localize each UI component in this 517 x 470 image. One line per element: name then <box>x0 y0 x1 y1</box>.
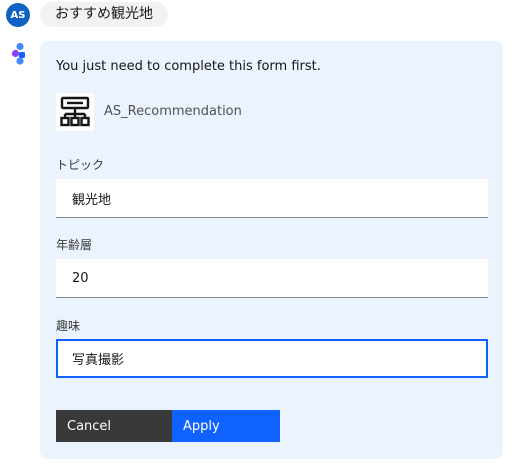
topic-label: トピック <box>56 158 105 172</box>
bot-avatar-icon <box>8 42 28 66</box>
flowchart-icon <box>56 93 94 131</box>
form-card: You just need to complete this form firs… <box>40 41 503 459</box>
hobby-input[interactable] <box>56 339 488 378</box>
user-avatar: AS <box>6 3 30 27</box>
form-intro-text: You just need to complete this form firs… <box>56 59 321 74</box>
age-group-input[interactable] <box>56 259 488 298</box>
hobby-label: 趣味 <box>56 319 81 333</box>
apply-button[interactable]: Apply <box>172 410 280 442</box>
cancel-button[interactable]: Cancel <box>56 410 172 442</box>
age-group-label: 年齢層 <box>56 238 93 252</box>
user-message-bubble: おすすめ観光地 <box>40 2 168 27</box>
skill-name: AS_Recommendation <box>104 104 242 119</box>
topic-input[interactable] <box>56 179 488 218</box>
